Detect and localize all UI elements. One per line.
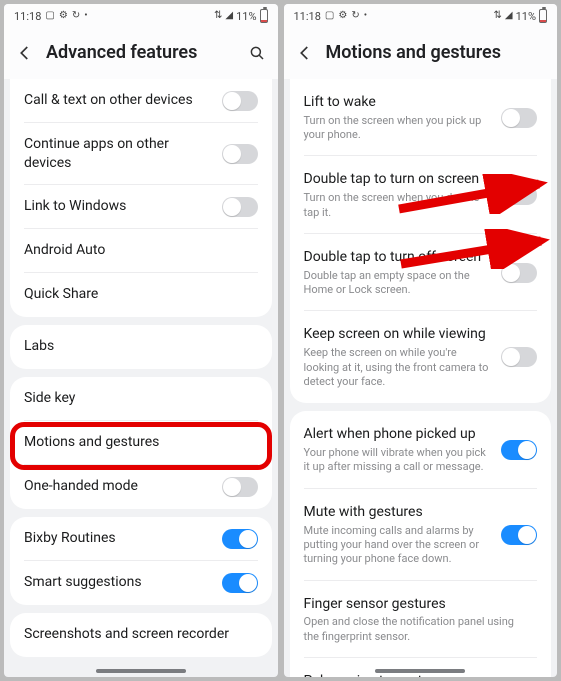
row-label: Motions and gestures (24, 433, 248, 452)
status-bar: 11:18 ▢ ⚙ ↻ • ⇅ ◢ 11% (284, 4, 558, 28)
signal-icon: ◢ (225, 11, 233, 21)
row-lift-to-wake[interactable]: Lift to wake Turn on the screen when you… (290, 79, 552, 156)
row-palm-swipe[interactable]: Palm swipe to capture Swipe the edge of … (290, 658, 552, 677)
back-icon[interactable] (296, 44, 314, 62)
row-sub: Keep the screen on while you're looking … (304, 346, 492, 389)
toggle[interactable] (501, 263, 537, 283)
header: Advanced features (4, 28, 278, 79)
row-label: Call & text on other devices (24, 91, 212, 110)
toggle[interactable] (501, 440, 537, 460)
row-double-tap-on[interactable]: Double tap to turn on screen Turn on the… (290, 156, 552, 233)
page-title: Motions and gestures (326, 42, 501, 63)
settings-scroll[interactable]: Lift to wake Turn on the screen when you… (284, 79, 558, 677)
row-bixby[interactable]: Bixby Routines (10, 517, 272, 561)
gear-icon: ⚙ (338, 11, 347, 21)
home-indicator[interactable] (96, 669, 186, 673)
row-label: Quick Share (24, 285, 248, 304)
phone-right: 11:18 ▢ ⚙ ↻ • ⇅ ◢ 11% Motions and gestur… (284, 4, 558, 677)
row-continue-apps[interactable]: Continue apps on other devices (10, 123, 272, 185)
row-label: Link to Windows (24, 197, 212, 216)
row-sub: Open and close the notification panel us… (304, 615, 528, 644)
toggle[interactable] (222, 529, 258, 549)
row-motions-gestures[interactable]: Motions and gestures (10, 421, 272, 465)
signal-icon: ◢ (505, 11, 513, 21)
row-label: Double tap to turn off screen (304, 248, 492, 267)
row-label: Labs (24, 337, 248, 356)
more-icon: • (364, 11, 367, 21)
sync-icon: ↻ (72, 11, 80, 21)
toggle[interactable] (222, 477, 258, 497)
row-label: Screenshots and screen recorder (24, 625, 248, 644)
row-one-handed[interactable]: One-handed mode (10, 465, 272, 509)
row-smart-suggestions[interactable]: Smart suggestions (10, 561, 272, 605)
wifi-icon: ⇅ (493, 11, 501, 21)
search-icon[interactable] (248, 44, 266, 62)
settings-group-1: Call & text on other devices Continue ap… (10, 79, 272, 317)
gear-icon: ⚙ (59, 11, 68, 21)
row-label: One-handed mode (24, 477, 212, 496)
row-label: Side key (24, 389, 248, 408)
row-labs[interactable]: Labs (10, 325, 272, 369)
wifi-icon: ⇅ (214, 11, 222, 21)
row-label: Continue apps on other devices (24, 135, 212, 173)
row-sub: Your phone will vibrate when you pick it… (304, 446, 492, 475)
toggle[interactable] (501, 185, 537, 205)
row-label: Bixby Routines (24, 529, 212, 548)
picture-icon: ▢ (325, 11, 334, 21)
settings-group-a: Lift to wake Turn on the screen when you… (290, 79, 552, 403)
battery-icon (260, 9, 268, 23)
toggle[interactable] (222, 197, 258, 217)
settings-group-2: Labs (10, 325, 272, 369)
status-time: 11:18 (14, 10, 41, 23)
home-indicator[interactable] (375, 669, 465, 673)
row-label: Lift to wake (304, 93, 492, 112)
row-label: Android Auto (24, 241, 248, 260)
phone-left: 11:18 ▢ ⚙ ↻ • ⇅ ◢ 11% Advanced features … (4, 4, 278, 677)
row-sub: Double tap an empty space on the Home or… (304, 269, 492, 298)
status-time: 11:18 (294, 10, 321, 23)
row-call-text[interactable]: Call & text on other devices (10, 79, 272, 123)
page-title: Advanced features (46, 42, 197, 63)
more-icon: • (84, 11, 87, 21)
toggle[interactable] (501, 108, 537, 128)
settings-scroll[interactable]: Call & text on other devices Continue ap… (4, 79, 278, 677)
status-bar: 11:18 ▢ ⚙ ↻ • ⇅ ◢ 11% (4, 4, 278, 28)
settings-group-4: Bixby Routines Smart suggestions (10, 517, 272, 605)
settings-group-b: Alert when phone picked up Your phone wi… (290, 411, 552, 677)
row-screenshots[interactable]: Screenshots and screen recorder (10, 613, 272, 657)
toggle[interactable] (222, 144, 258, 164)
row-sub: Turn on the screen when you double tap i… (304, 191, 492, 220)
row-label: Smart suggestions (24, 573, 212, 592)
row-quick-share[interactable]: Quick Share (10, 273, 272, 317)
row-keep-screen-on[interactable]: Keep screen on while viewing Keep the sc… (290, 311, 552, 403)
picture-icon: ▢ (45, 11, 54, 21)
row-android-auto[interactable]: Android Auto (10, 229, 272, 273)
row-mute-gestures[interactable]: Mute with gestures Mute incoming calls a… (290, 489, 552, 581)
sync-icon: ↻ (351, 11, 359, 21)
row-label: Mute with gestures (304, 503, 492, 522)
toggle[interactable] (501, 525, 537, 545)
row-finger-sensor[interactable]: Finger sensor gestures Open and close th… (290, 581, 552, 658)
row-side-key[interactable]: Side key (10, 377, 272, 421)
row-label: Double tap to turn on screen (304, 170, 492, 189)
settings-group-3: Side key Motions and gestures One-handed… (10, 377, 272, 509)
battery-icon (539, 9, 547, 23)
battery-pct: 11% (236, 10, 256, 23)
settings-group-5: Screenshots and screen recorder (10, 613, 272, 657)
battery-pct: 11% (516, 10, 536, 23)
header: Motions and gestures (284, 28, 558, 79)
row-sub: Mute incoming calls and alarms by puttin… (304, 524, 492, 567)
row-sub: Turn on the screen when you pick up your… (304, 114, 492, 143)
row-double-tap-off[interactable]: Double tap to turn off screen Double tap… (290, 234, 552, 311)
toggle[interactable] (222, 91, 258, 111)
row-label: Keep screen on while viewing (304, 325, 492, 344)
back-icon[interactable] (16, 44, 34, 62)
row-link-windows[interactable]: Link to Windows (10, 185, 272, 229)
row-label: Alert when phone picked up (304, 425, 492, 444)
toggle[interactable] (222, 573, 258, 593)
row-label: Finger sensor gestures (304, 595, 528, 614)
toggle[interactable] (501, 347, 537, 367)
row-alert-picked-up[interactable]: Alert when phone picked up Your phone wi… (290, 411, 552, 488)
